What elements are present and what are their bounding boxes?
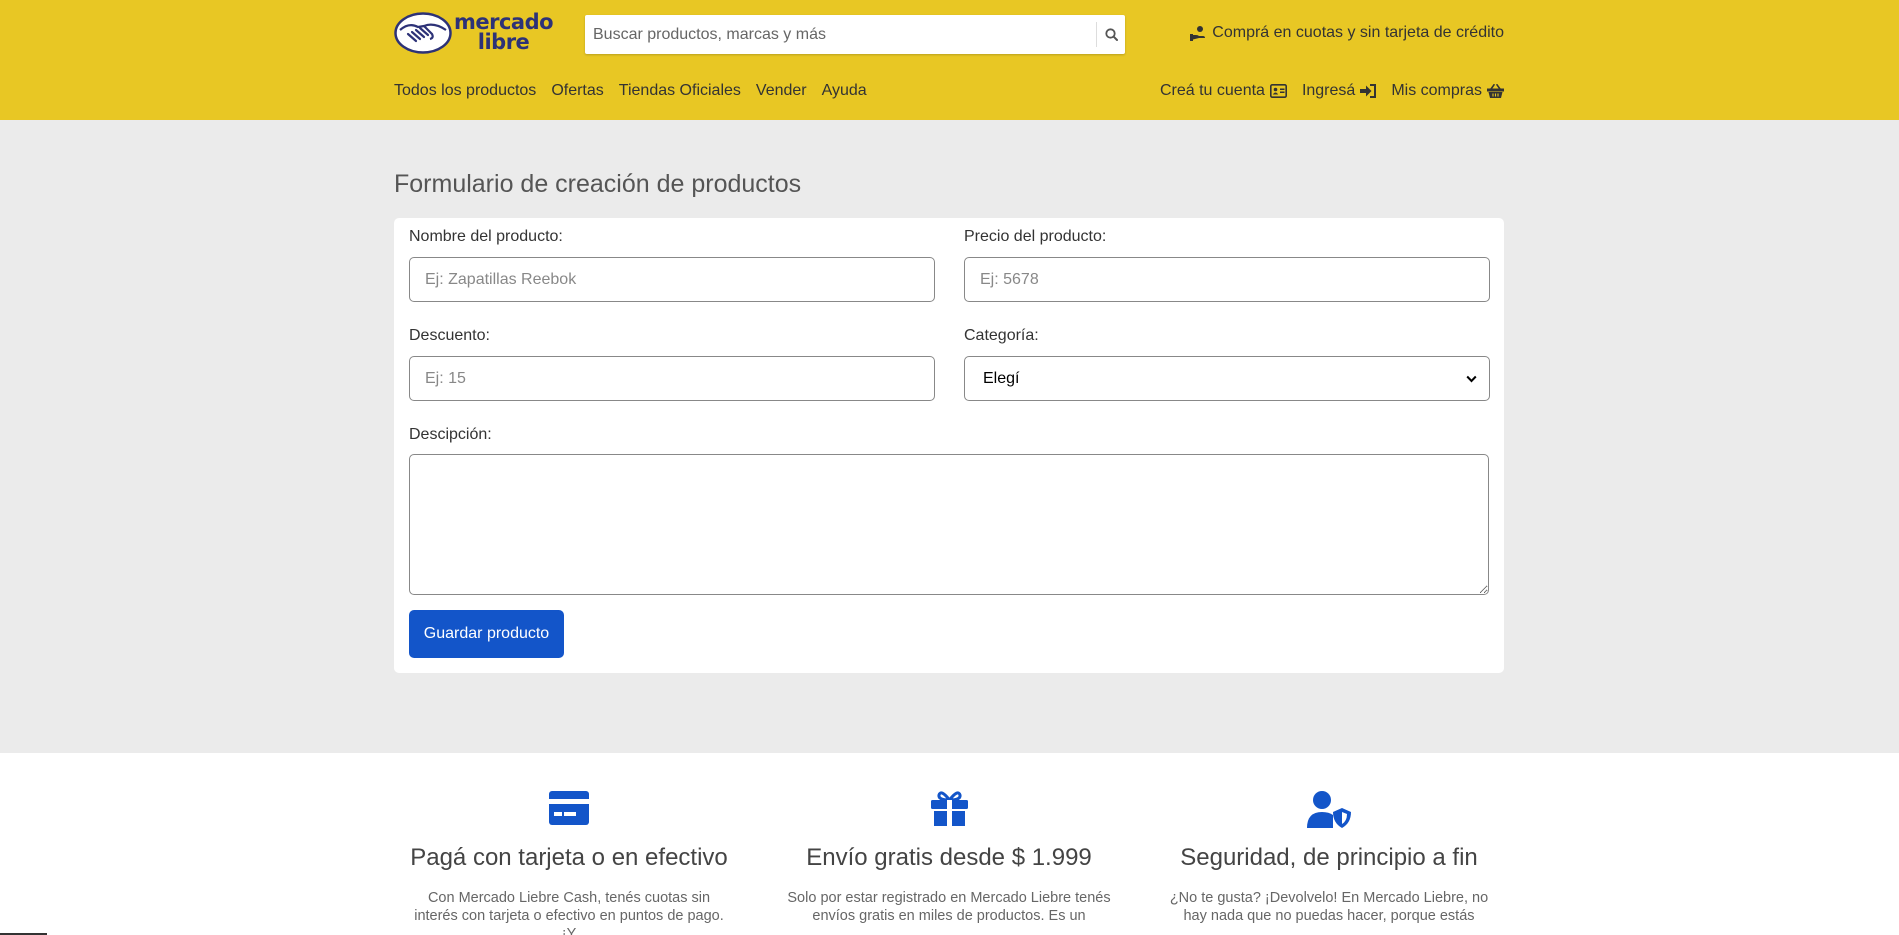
search-input[interactable] [585,15,1095,54]
search-icon [1104,28,1118,41]
nav-item-tiendas-oficiales[interactable]: Tiendas Oficiales [619,82,741,100]
main-nav: Todos los productos Ofertas Tiendas Ofic… [394,82,867,100]
feature-payment-title: Pagá con tarjeta o en efectivo [410,844,728,871]
feature-payment-text: Con Mercado Liebre Cash, tenés cuotas si… [414,890,724,935]
nav-item-vender[interactable]: Vender [756,82,807,100]
category-select[interactable]: Elegí [964,356,1490,401]
id-card-icon [1269,84,1287,98]
create-account-link[interactable]: Creá tu cuenta [1160,82,1287,100]
features-section: Pagá con tarjeta o en efectivo Con Merca… [0,753,1899,935]
logo-text: mercado libre [454,10,554,54]
page-title: Formulario de creación de productos [394,170,802,198]
feature-security-text: ¿No te gusta? ¡Devolvelo! En Mercado Lie… [1169,890,1489,924]
nav-item-ayuda[interactable]: Ayuda [822,82,867,100]
credit-card-icon [549,791,589,825]
feature-shipping-text: Solo por estar registrado en Mercado Lie… [787,890,1111,924]
chevron-down-icon [1466,375,1477,382]
nav-item-todos-los-productos[interactable]: Todos los productos [394,82,536,100]
user-nav: Creá tu cuenta Ingresá Mis compras [1160,82,1504,100]
description-label: Descipción: [409,426,492,443]
login-label: Ingresá [1301,82,1356,99]
login-link[interactable]: Ingresá [1301,82,1377,100]
create-account-label: Creá tu cuenta [1159,82,1265,99]
feature-shipping: Envío gratis desde $ 1.999 Solo por esta… [774,753,1124,925]
product-price-input[interactable] [964,257,1490,302]
product-name-input[interactable] [409,257,935,302]
discount-input[interactable] [409,356,935,401]
promo-banner[interactable]: Comprá en cuotas y sin tarjeta de crédit… [1190,24,1504,42]
discount-label: Descuento: [409,327,490,344]
search-bar [585,15,1125,54]
description-textarea[interactable] [409,454,1489,595]
logo-line-1: mercado [454,10,554,34]
handshake-logo-icon [394,12,452,54]
promo-text: Comprá en cuotas y sin tarjeta de crédit… [1212,24,1504,41]
feature-security: Seguridad, de principio a fin ¿No te gus… [1154,753,1504,925]
sign-in-icon [1360,84,1377,98]
product-name-label: Nombre del producto: [409,228,563,245]
save-product-button[interactable]: Guardar producto [409,610,564,658]
site-header: mercado libre Comprá en cuotas y sin tar… [0,0,1899,120]
gift-icon [930,791,968,826]
product-price-label: Precio del producto: [964,228,1107,245]
product-form: Nombre del producto: Precio del producto… [394,218,1504,673]
category-label: Categoría: [964,327,1039,344]
feature-shipping-title: Envío gratis desde $ 1.999 [806,844,1092,871]
feature-payment: Pagá con tarjeta o en efectivo Con Merca… [394,753,744,935]
nav-item-ofertas[interactable]: Ofertas [551,82,603,100]
search-button[interactable] [1096,22,1125,47]
my-purchases-label: Mis compras [1391,82,1482,99]
shopping-basket-icon [1487,84,1504,98]
my-purchases-link[interactable]: Mis compras [1391,82,1504,100]
mercado-liebre-logo[interactable]: mercado libre [394,12,558,54]
category-selected-value: Elegí [983,369,1020,387]
feature-security-title: Seguridad, de principio a fin [1180,844,1478,871]
hand-coin-icon [1190,26,1206,41]
logo-line-2: libre [477,30,530,54]
user-shield-icon [1307,791,1351,828]
